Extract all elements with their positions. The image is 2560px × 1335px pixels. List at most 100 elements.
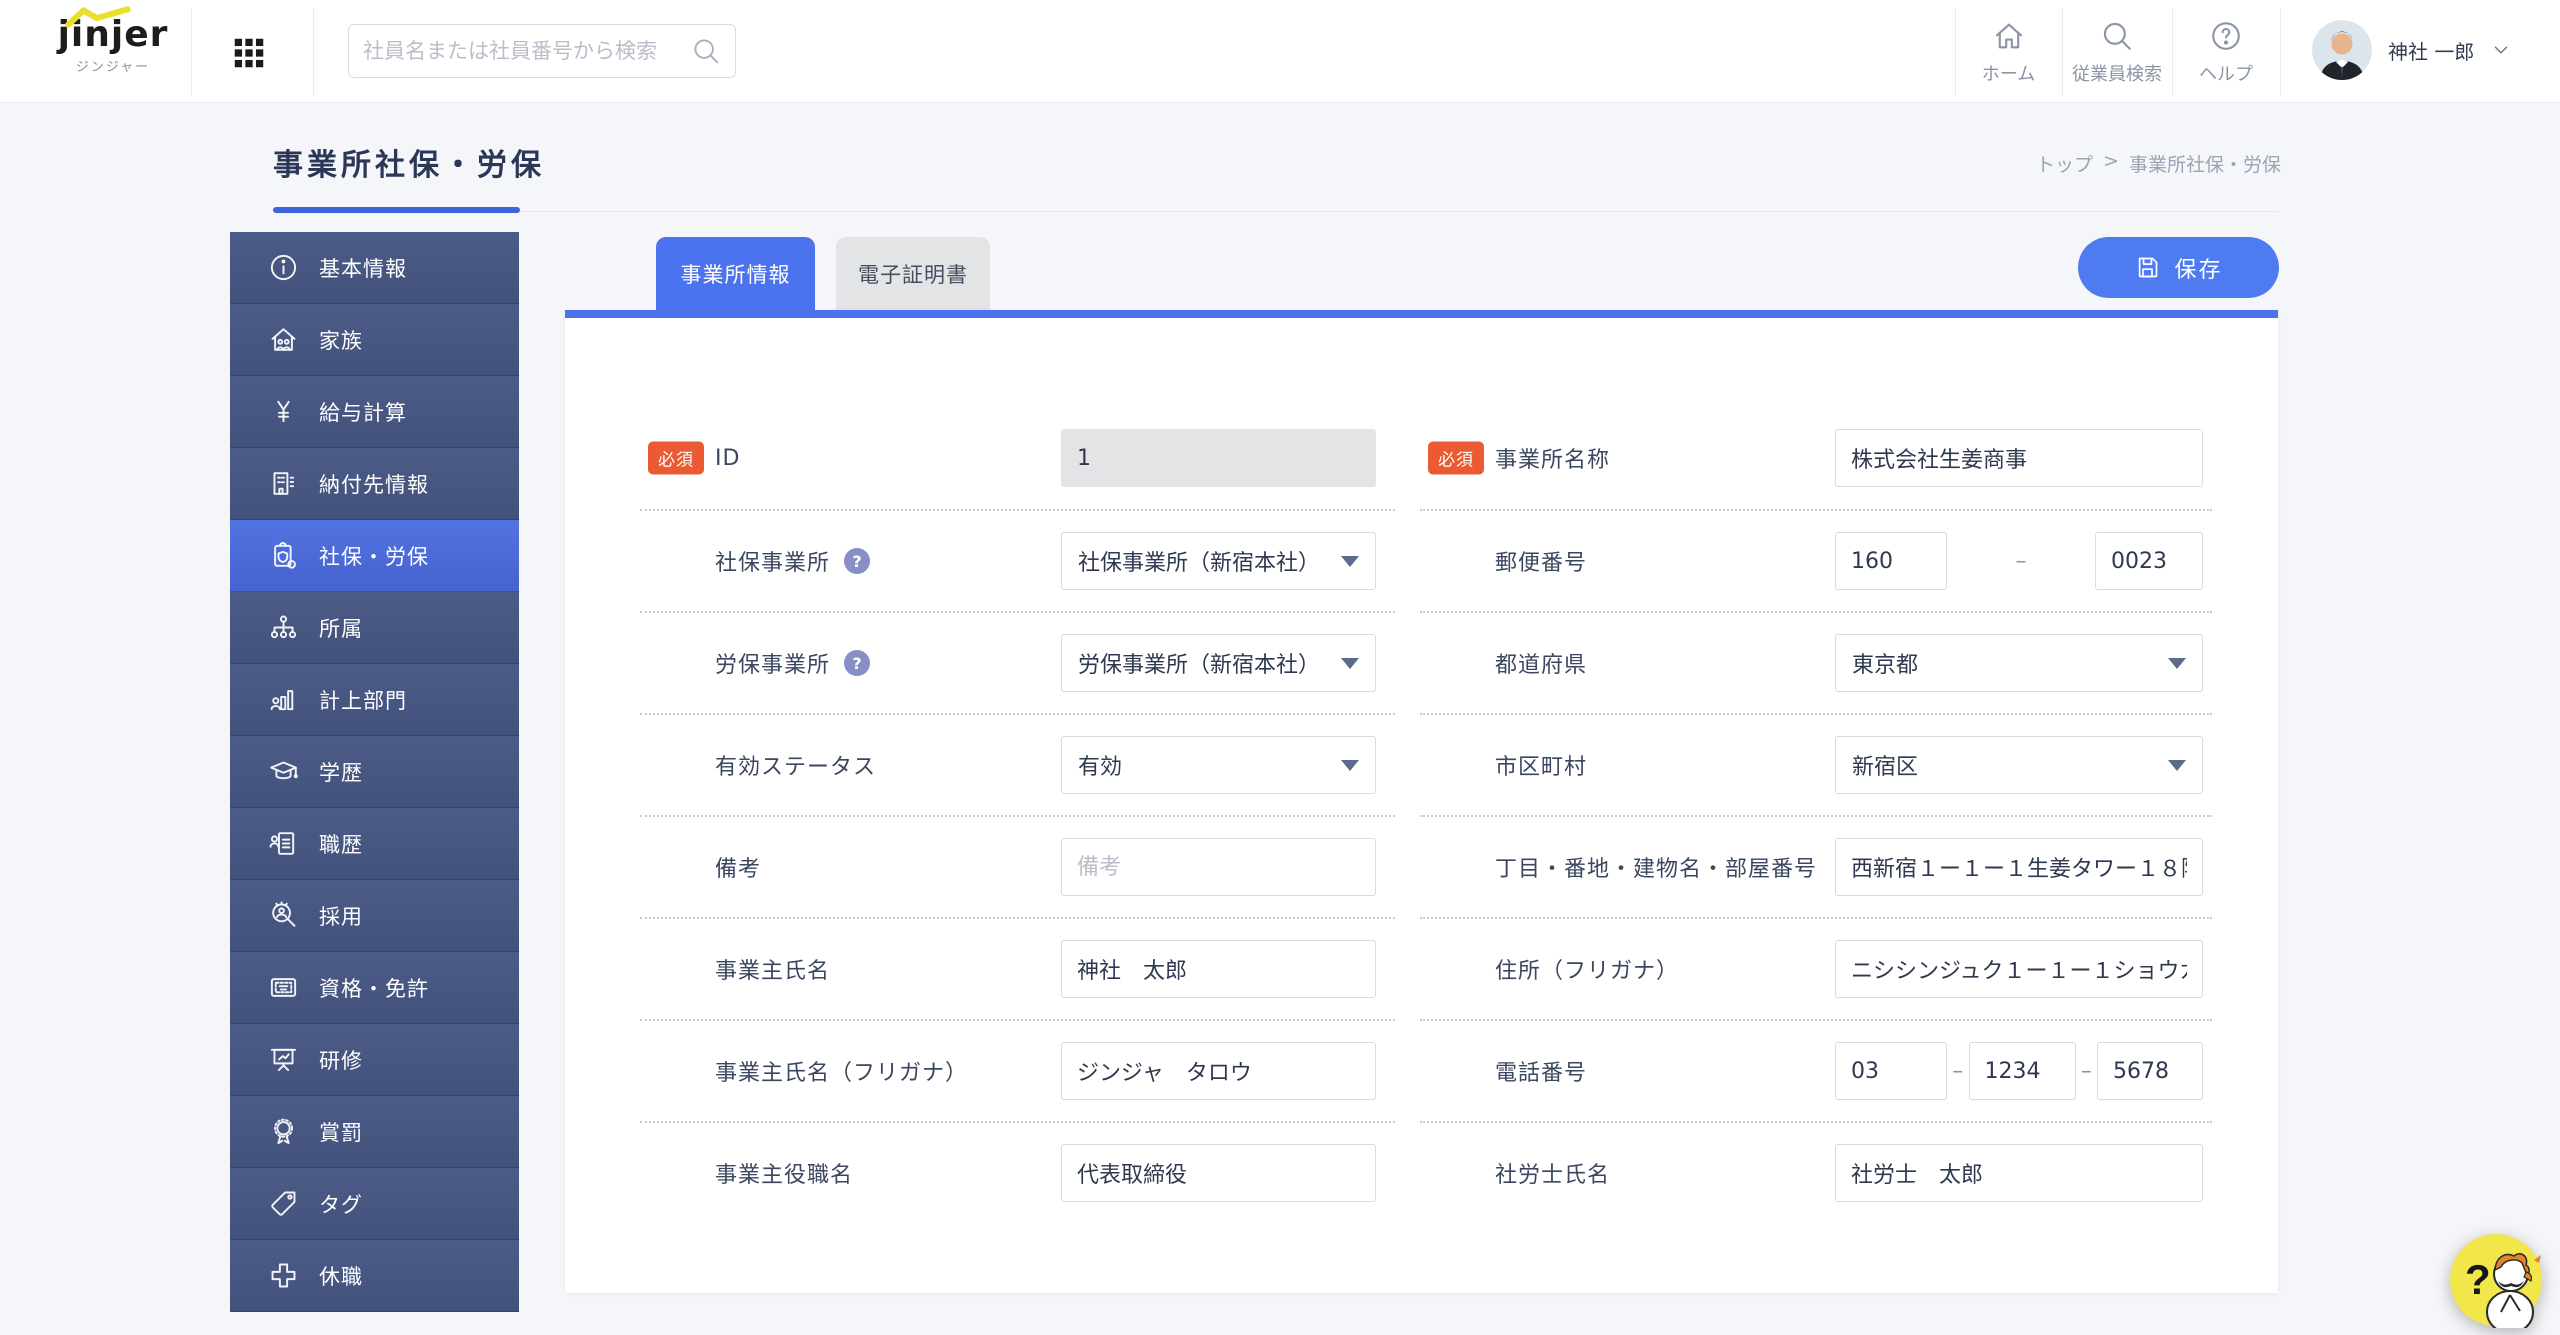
help-icon[interactable]: ? [844,650,870,676]
phone-number-group: –– [1835,1042,2203,1100]
status-selected-value: 有効 [1078,749,1122,781]
sidebar-item-leave[interactable]: 休職 [230,1240,519,1312]
field-label-sharoushi-name: 社労士氏名 [1495,1157,1610,1189]
save-button[interactable]: 保存 [2078,237,2279,298]
owner-title-input[interactable] [1061,1144,1376,1202]
form-row-phone-number: 電話番号–– [1420,1019,2212,1121]
sidebar-item-training[interactable]: 研修 [230,1024,519,1096]
owner-name-input[interactable] [1061,940,1376,998]
jinjer-logo[interactable]: jinjer ジンジャー [48,10,178,75]
sidebar-item-label: 家族 [319,325,363,355]
sidebar-item-career[interactable]: 職歴 [230,808,519,880]
home-icon [1992,19,2026,53]
tab-office-info[interactable]: 事業所情報 [656,237,815,310]
sidebar-item-payee[interactable]: 納付先情報 [230,448,519,520]
sidebar-item-label: 学歴 [319,757,363,787]
note-input[interactable] [1061,838,1376,896]
sidebar-item-education[interactable]: 学歴 [230,736,519,808]
breadcrumb-link-top[interactable]: トップ [2036,150,2093,177]
field-label-prefecture: 都道府県 [1495,647,1587,679]
license-icon [268,972,299,1003]
form-row-city: 市区町村新宿区 [1420,713,2212,815]
address-kana-input[interactable] [1835,940,2203,998]
city-selected-value: 新宿区 [1852,749,1918,781]
sidebar-item-info[interactable]: 基本情報 [230,232,519,304]
tag-icon [268,1188,299,1219]
owner-name-kana-input[interactable] [1061,1042,1376,1100]
sidebar-item-insurance[interactable]: 社保・労保 [230,520,519,592]
help-icon[interactable]: ? [844,548,870,574]
sidebar-item-tag[interactable]: タグ [230,1168,519,1240]
status-select[interactable]: 有効 [1061,736,1376,794]
mascot-illustration [2448,1232,2544,1328]
training-icon [268,1044,299,1075]
sidebar-item-label: 給与計算 [319,397,407,427]
insurance-icon [268,540,299,571]
phone-number-input-3[interactable] [2097,1042,2203,1100]
required-badge: 必須 [1428,442,1484,475]
user-menu[interactable]: 神社 一郎 [2312,14,2512,86]
sidebar: 基本情報家族給与計算納付先情報社保・労保所属計上部門学歴職歴採用資格・免許研修賞… [230,232,519,1312]
phone-number-input-1[interactable] [1835,1042,1947,1100]
form-row-office-name: 必須事業所名称 [1420,407,2212,509]
sharoushi-name-input[interactable] [1835,1144,2203,1202]
header-divider [191,8,192,96]
search-icon [2100,19,2134,53]
help-icon [2209,19,2243,53]
header-divider [313,8,314,96]
form-column-right: 必須事業所名称郵便番号–都道府県東京都市区町村新宿区丁目・番地・建物名・部屋番号… [1420,407,2212,1223]
sidebar-item-recruit[interactable]: 採用 [230,880,519,952]
sidebar-item-label: タグ [319,1189,363,1219]
info-icon [268,252,299,283]
form-row-id: 必須ID [640,407,1395,509]
help-mascot-button[interactable]: ? [2448,1232,2544,1328]
field-label-owner-name-kana: 事業主氏名（フリガナ） [715,1055,968,1087]
field-label-owner-name: 事業主氏名 [715,953,830,985]
office-name-input[interactable] [1835,429,2203,487]
sidebar-item-label: 資格・免許 [319,973,429,1003]
sidebar-item-label: 職歴 [319,829,363,859]
sidebar-item-department[interactable]: 計上部門 [230,664,519,736]
labor-insurance-office-select[interactable]: 労保事業所（新宿本社） [1061,634,1376,692]
field-label-note: 備考 [715,851,761,883]
nav-employee-search[interactable]: 従業員検索 [2062,8,2172,96]
sidebar-item-award[interactable]: 賞罰 [230,1096,519,1168]
chevron-down-icon [1341,760,1359,771]
city-select[interactable]: 新宿区 [1835,736,2203,794]
postal-code-input-2[interactable] [2095,532,2203,590]
address-detail-input[interactable] [1835,838,2203,896]
form-row-prefecture: 都道府県 東京都 [1420,611,2212,713]
sidebar-item-label: 所属 [319,613,363,643]
tab-digital-certificate[interactable]: 電子証明書 [836,237,990,310]
sidebar-item-payroll[interactable]: 給与計算 [230,376,519,448]
chevron-down-icon [2168,658,2186,669]
apps-grid-button[interactable] [230,34,268,72]
required-badge: 必須 [648,442,704,475]
title-accent-underline [273,207,520,213]
form-row-owner-name-kana: 事業主氏名（フリガナ） [640,1019,1395,1121]
title-divider [273,211,2278,212]
search-icon [691,36,721,66]
social-insurance-office-select[interactable]: 社保事業所（新宿本社） [1061,532,1376,590]
prefecture-select[interactable]: 東京都 [1835,634,2203,692]
sidebar-item-org[interactable]: 所属 [230,592,519,664]
sidebar-item-license[interactable]: 資格・免許 [230,952,519,1024]
mascot-question-mark: ? [2465,1256,2491,1304]
field-label-office-name: 事業所名称 [1495,442,1610,474]
form-row-owner-name: 事業主氏名 [640,917,1395,1019]
sidebar-item-label: 計上部門 [319,685,407,715]
nav-home[interactable]: ホーム [1955,8,2062,96]
postal-code-input-1[interactable] [1835,532,1947,590]
payee-icon [268,468,299,499]
sidebar-item-label: 研修 [319,1045,363,1075]
form-row-status: 有効ステータス有効 [640,713,1395,815]
breadcrumb-current: 事業所社保・労保 [2129,150,2281,177]
nav-help[interactable]: ヘルプ [2172,8,2280,96]
field-label-address-kana: 住所（フリガナ） [1495,953,1679,985]
employee-search-box[interactable] [348,24,736,78]
sidebar-item-family[interactable]: 家族 [230,304,519,376]
breadcrumb-separator: > [2103,150,2119,177]
phone-number-input-2[interactable] [1969,1042,2076,1100]
nav-home-label: ホーム [1982,60,2035,86]
search-input[interactable] [363,39,691,63]
